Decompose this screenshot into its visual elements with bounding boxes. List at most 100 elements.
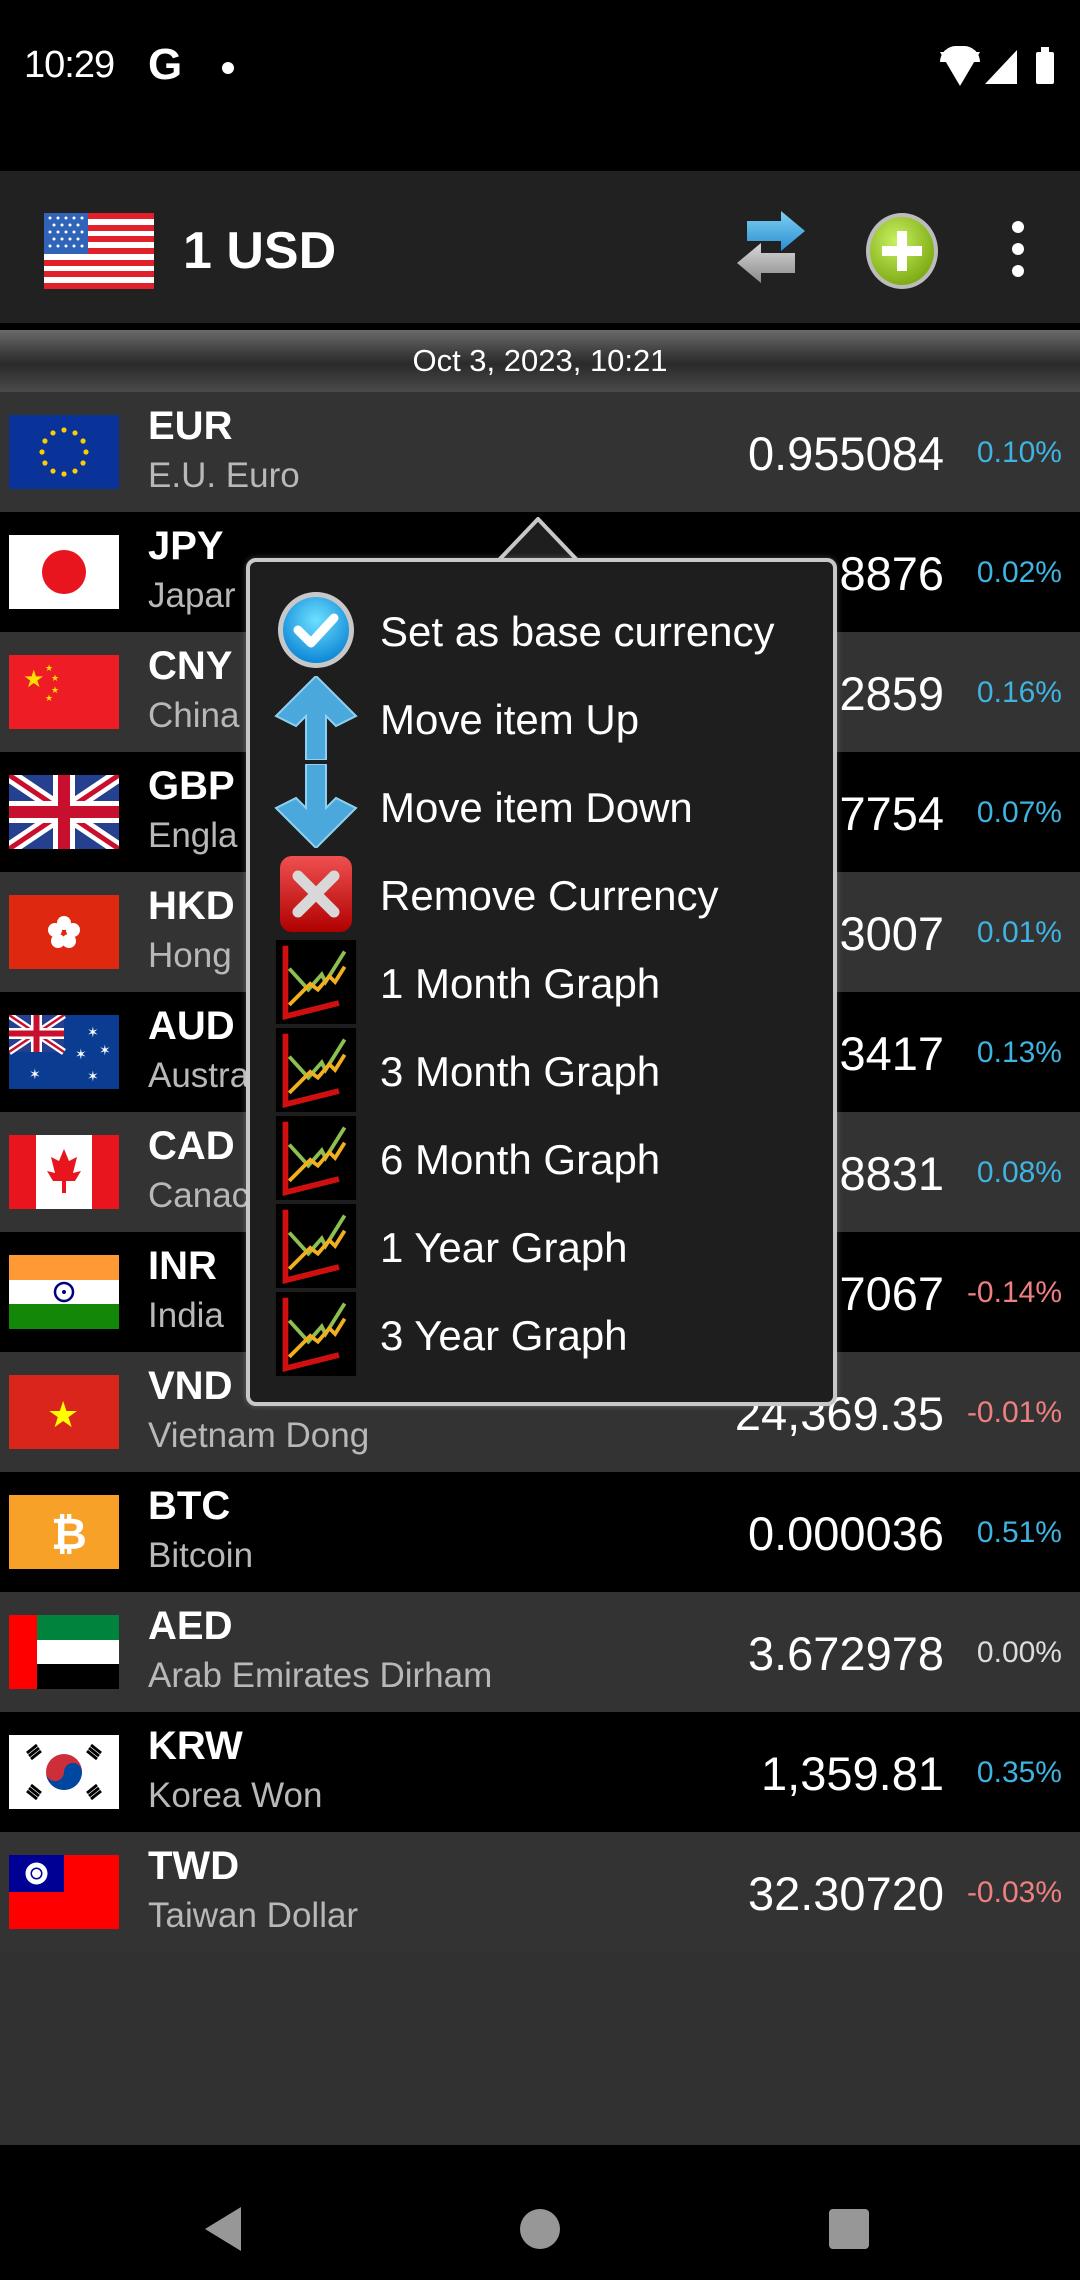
checkmark-icon — [278, 592, 354, 668]
menu-item-move-down[interactable]: Move item Down — [274, 764, 814, 852]
ca-flag-icon — [9, 1135, 119, 1209]
currency-row-eur[interactable]: EUR E.U. Euro 0.955084 0.10% — [0, 392, 1080, 512]
eu-flag-icon — [9, 415, 119, 489]
svg-text:★: ★ — [45, 663, 53, 673]
menu-item-label: Move item Up — [380, 696, 640, 743]
exchange-rate: 8831 — [839, 1147, 944, 1200]
currency-code: JPY — [148, 524, 224, 568]
vn-flag-icon: ★ — [9, 1375, 119, 1449]
menu-item-label: Move item Down — [380, 784, 693, 831]
graph-icon — [274, 1028, 358, 1112]
in-flag-icon — [9, 1255, 119, 1329]
percent-change: 0.10% — [976, 436, 1062, 469]
menu-item-label: 3 Year Graph — [380, 1312, 628, 1359]
menu-item-1-year-graph[interactable]: 1 Year Graph — [274, 1204, 814, 1292]
exchange-rate: 2859 — [839, 667, 944, 720]
svg-text:★: ★ — [23, 666, 45, 693]
currency-name: Vietnam Dong — [148, 1416, 370, 1455]
currency-row-btc[interactable]: ₿ BTC Bitcoin 0.000036 0.51% — [0, 1472, 1080, 1592]
popup-pointer — [498, 517, 578, 563]
remove-icon — [280, 856, 352, 932]
currency-name: China — [148, 696, 240, 735]
percent-change: 0.16% — [976, 676, 1062, 709]
base-currency-title[interactable]: 1 USD — [183, 221, 336, 281]
currency-code: INR — [148, 1244, 217, 1288]
currency-code: HKD — [148, 884, 235, 928]
percent-change: 0.51% — [976, 1516, 1062, 1549]
currency-name: Bitcoin — [148, 1536, 254, 1575]
menu-item-remove-currency[interactable]: Remove Currency — [274, 852, 814, 940]
menu-item-6-month-graph[interactable]: 6 Month Graph — [274, 1116, 814, 1204]
currency-row-aed[interactable]: AED Arab Emirates Dirham 3.672978 0.00% — [0, 1592, 1080, 1712]
wifi-icon — [940, 46, 980, 86]
svg-text:★: ★ — [45, 693, 53, 703]
list-empty-area — [0, 1952, 1080, 2145]
google-icon: G — [148, 40, 183, 89]
app-bar: 1 USD — [0, 171, 1080, 323]
currency-name: India — [148, 1296, 224, 1335]
home-icon[interactable] — [520, 2209, 560, 2249]
svg-text:★: ★ — [51, 673, 59, 683]
exchange-rate: 3007 — [839, 907, 944, 960]
exchange-rate: 32.30720 — [747, 1867, 944, 1920]
currency-code: CAD — [148, 1124, 235, 1168]
menu-item-3-month-graph[interactable]: 3 Month Graph — [274, 1028, 814, 1116]
percent-change: -0.03% — [966, 1876, 1062, 1909]
currency-code: KRW — [148, 1724, 243, 1768]
signal-icon — [985, 50, 1017, 84]
add-currency-icon[interactable] — [864, 211, 940, 291]
percent-change: 0.02% — [976, 556, 1062, 589]
graph-icon — [274, 1292, 358, 1376]
percent-change: 0.13% — [976, 1036, 1062, 1069]
currency-code: CNY — [148, 644, 233, 688]
menu-item-3-year-graph[interactable]: 3 Year Graph — [274, 1292, 814, 1380]
percent-change: 0.35% — [976, 1756, 1062, 1789]
svg-text:✶: ✶ — [75, 1046, 87, 1062]
menu-item-move-up[interactable]: Move item Up — [274, 676, 814, 764]
kr-flag-icon — [9, 1735, 119, 1809]
swap-icon[interactable] — [735, 211, 807, 291]
currency-row-twd[interactable]: TWD Taiwan Dollar 32.30720 -0.03% — [0, 1832, 1080, 1952]
recents-icon[interactable] — [829, 2209, 869, 2249]
svg-text:₿: ₿ — [51, 1509, 87, 1560]
more-options-icon[interactable] — [1000, 221, 1036, 281]
percent-change: -0.01% — [966, 1396, 1062, 1429]
currency-code: AUD — [148, 1004, 235, 1048]
btc-flag-icon: ₿ — [9, 1495, 119, 1569]
arrow-up-icon — [274, 676, 358, 760]
currency-name: Korea Won — [148, 1776, 323, 1815]
status-bar: 10:29 G — [0, 0, 1080, 171]
currency-code: AED — [148, 1604, 233, 1648]
battery-icon — [1036, 47, 1054, 84]
svg-text:✶: ✶ — [87, 1024, 99, 1040]
currency-name: Taiwan Dollar — [148, 1896, 359, 1935]
cn-flag-icon: ★ ★★★★ — [9, 655, 119, 729]
exchange-rate: 0.000036 — [747, 1507, 944, 1560]
menu-item-label: 3 Month Graph — [380, 1048, 661, 1095]
percent-change: 0.08% — [976, 1156, 1062, 1189]
menu-item-1-month-graph[interactable]: 1 Month Graph — [274, 940, 814, 1028]
currency-name: Japar — [148, 576, 236, 615]
currency-name: Engla — [148, 816, 238, 855]
menu-item-label: Set as base currency — [380, 608, 775, 655]
svg-text:★: ★ — [47, 1394, 79, 1435]
currency-name: Hong — [148, 936, 232, 975]
menu-item-label: 1 Month Graph — [380, 960, 661, 1007]
currency-name: E.U. Euro — [148, 456, 300, 495]
notification-dot-icon — [222, 62, 234, 74]
gb-flag-icon — [9, 775, 119, 849]
currency-name: Canac — [148, 1176, 250, 1215]
us-flag-icon[interactable] — [44, 213, 154, 289]
currency-code: TWD — [148, 1844, 240, 1888]
hk-flag-icon — [9, 895, 119, 969]
currency-context-menu: Set as base currency Move item Up Move i… — [246, 558, 837, 1406]
currency-code: BTC — [148, 1484, 231, 1528]
percent-change: 0.07% — [976, 796, 1062, 829]
svg-text:✶: ✶ — [29, 1066, 41, 1082]
back-icon[interactable] — [205, 2207, 241, 2251]
currency-row-krw[interactable]: KRW Korea Won 1,359.81 0.35% — [0, 1712, 1080, 1832]
exchange-rate: 7067 — [839, 1267, 944, 1320]
menu-item-set-base-currency[interactable]: Set as base currency — [274, 588, 814, 676]
menu-item-label: Remove Currency — [380, 872, 719, 919]
exchange-rate: 8876 — [839, 547, 944, 600]
